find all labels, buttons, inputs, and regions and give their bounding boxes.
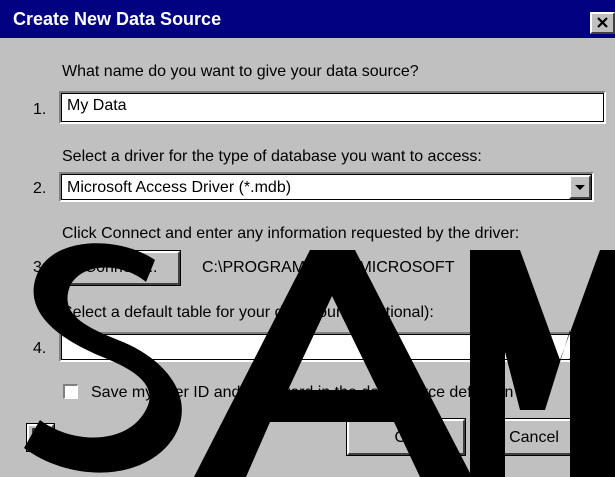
driver-dropdown-button[interactable] — [569, 175, 591, 199]
step1-number: 1. — [33, 101, 47, 118]
save-credentials-checkbox[interactable] — [63, 384, 78, 399]
connect-button-label: Connect... — [84, 259, 158, 276]
step3-prompt: Click Connect and enter any information … — [62, 225, 520, 242]
default-table-select[interactable] — [59, 332, 594, 362]
data-source-name-value: My Data — [67, 97, 127, 114]
step2-prompt: Select a driver for the type of database… — [62, 148, 482, 165]
cancel-button-label: Cancel — [509, 429, 559, 446]
connection-path: C:\PROGRAM FILES\MICROSOFT — [202, 259, 455, 276]
title-bar: Create New Data Source — [0, 0, 615, 38]
step1-prompt: What name do you want to give your data … — [62, 63, 419, 80]
help-icon — [32, 428, 48, 446]
table-dropdown-button[interactable] — [569, 335, 591, 359]
step2-number: 2. — [33, 180, 47, 197]
create-data-source-dialog: Create New Data Source What name do you … — [0, 0, 615, 477]
ok-button-label: OK — [394, 429, 418, 446]
chevron-down-icon — [575, 185, 585, 190]
cancel-button[interactable]: Cancel — [474, 418, 594, 456]
help-button[interactable] — [26, 423, 55, 452]
driver-select[interactable]: Microsoft Access Driver (*.mdb) — [59, 172, 594, 202]
chevron-down-icon — [575, 345, 585, 350]
close-icon — [597, 17, 608, 28]
save-credentials-label[interactable]: Save my user ID and password in the data… — [91, 384, 513, 402]
step4-number: 4. — [33, 340, 47, 357]
step3-number: 3. — [33, 259, 47, 276]
step4-prompt: Select a default table for your data sou… — [62, 304, 434, 321]
driver-select-value: Microsoft Access Driver (*.mdb) — [67, 179, 292, 196]
close-button[interactable] — [590, 12, 615, 34]
window-title: Create New Data Source — [13, 9, 222, 29]
connect-button[interactable]: Connect... — [61, 250, 181, 286]
ok-button[interactable]: OK — [346, 418, 466, 456]
data-source-name-input[interactable]: My Data — [59, 91, 606, 124]
